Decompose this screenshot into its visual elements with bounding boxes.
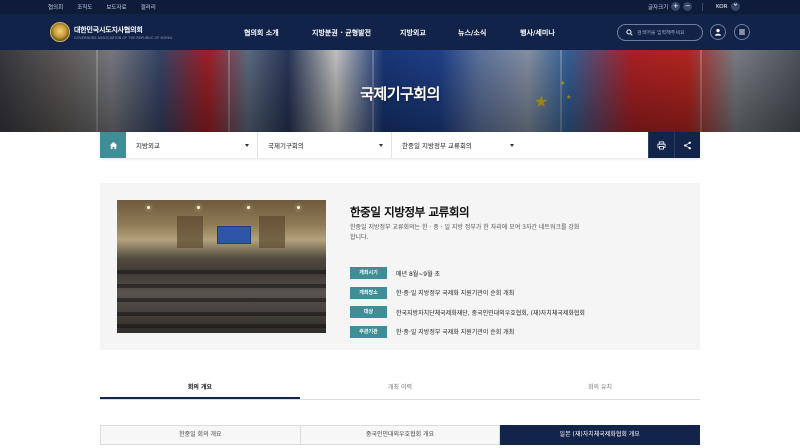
breadcrumb-depth3-label: 한중일 지방정부 교류회의 (402, 142, 472, 150)
breadcrumb: 지방외교 국제기구회의 한중일 지방정부 교류회의 (100, 132, 700, 158)
share-button[interactable] (674, 132, 700, 158)
utility-link-press[interactable]: 보도자료 (106, 3, 126, 11)
logo-name: 대한민국시도지사협의회 (74, 25, 143, 34)
utility-bar: 협의회 조직도 보도자료 갤러리 글자크기 + − KOR (0, 0, 800, 14)
info-label: 주관기관 (350, 325, 387, 338)
search-box (617, 24, 703, 41)
nav-item-decentralization[interactable]: 지방분권 · 균형발전 (312, 28, 400, 38)
photo-light (197, 206, 200, 209)
global-nav: 협의회 소개 지방분권 · 균형발전 지방외교 뉴스/소식 행사/세미나 (244, 28, 555, 38)
subtab-trilateral-overview[interactable]: 한중일 회의 개요 (100, 425, 301, 445)
photo-light (297, 206, 300, 209)
search-icon[interactable] (626, 29, 633, 36)
info-row-venue: 개최장소 한·중·일 지방정부 국제화 지원기관이 순회 개최 (350, 286, 585, 299)
photo-seat-row (117, 312, 326, 316)
chevron-down-icon (731, 2, 741, 11)
nav-item-events[interactable]: 행사/세미나 (520, 28, 555, 38)
photo-light (247, 206, 250, 209)
breadcrumb-depth3-select[interactable]: 한중일 지방정부 교류회의 (392, 132, 522, 158)
info-row-target: 대상 한국지방자치단체국제화재단, 중국인민대외우호협회, (재)자치체국제화협… (350, 306, 585, 318)
info-row-organizer: 주관기관 한·중·일 지방정부 국제화 지원기관이 순회 개최 (350, 325, 585, 338)
info-value: 매년 8월~9월 초 (396, 270, 441, 278)
info-row-period: 개최시기 매년 8월~9월 초 (350, 267, 585, 279)
content-tabs: 회의 개요 개최 이력 회의 유치 (100, 378, 700, 400)
hero-banner: ★ ★ ★ 국제기구회의 (0, 50, 800, 132)
logo-text: 대한민국시도지사협의회 GOVERNORS ASSOCIATION OF THE… (74, 25, 172, 40)
photo-wall-panel (259, 216, 285, 248)
caret-down-icon (510, 143, 514, 147)
photo-eu-screen (217, 226, 251, 244)
page-title: 국제기구회의 (360, 85, 440, 103)
menu-button[interactable] (734, 24, 750, 40)
photo-seat-row (117, 298, 326, 302)
home-button[interactable] (100, 132, 126, 158)
info-value: 한국지방자치단체국제화재단, 중국인민대외우호협회, (재)자치체국제화협회 (396, 309, 585, 317)
language-label: KOR (716, 3, 728, 10)
card-description: 한중일 지방정부 교류회의는 한 · 중 · 일 지방 정부가 한 자리에 모여… (350, 224, 580, 241)
sub-tabs: 한중일 회의 개요 중국인민대외우호협회 개요 일본 (재)자치체국제화협회 개… (100, 425, 701, 445)
utility-link-org-chart[interactable]: 조직도 (77, 3, 92, 11)
print-icon (657, 140, 666, 150)
font-increase-button[interactable]: + (671, 2, 681, 11)
main-header: 대한민국시도지사협의회 GOVERNORS ASSOCIATION OF THE… (0, 14, 800, 50)
tab-hosting[interactable]: 회의 유치 (500, 378, 700, 399)
font-size-label: 글자크기 (648, 4, 669, 11)
search-input[interactable] (637, 29, 699, 36)
nav-item-about[interactable]: 협의회 소개 (244, 28, 312, 38)
language-selector[interactable]: KOR (716, 2, 741, 11)
user-icon (714, 28, 722, 36)
info-label: 개최장소 (350, 286, 387, 299)
logo-subtitle: GOVERNORS ASSOCIATION OF THE REPUBLIC OF… (74, 35, 173, 40)
utility-link-gallery[interactable]: 갤러리 (141, 3, 156, 11)
home-icon (109, 141, 117, 149)
seal-icon (50, 22, 70, 42)
hamburger-icon (739, 29, 745, 35)
breadcrumb-depth2-select[interactable]: 국제기구회의 (258, 132, 392, 158)
subtab-china-association[interactable]: 중국인민대외우호협회 개요 (300, 425, 501, 445)
font-size-control: 글자크기 + − (648, 2, 693, 11)
info-label: 대상 (350, 306, 387, 318)
card-title: 한중일 지방정부 교류회의 (350, 205, 470, 219)
font-decrease-button[interactable]: − (683, 2, 693, 11)
print-button[interactable] (648, 132, 674, 158)
user-button[interactable] (710, 24, 726, 40)
utility-divider (702, 3, 703, 11)
tab-overview[interactable]: 회의 개요 (100, 378, 300, 399)
site-logo[interactable]: 대한민국시도지사협의회 GOVERNORS ASSOCIATION OF THE… (50, 22, 172, 42)
breadcrumb-depth2-label: 국제기구회의 (268, 142, 304, 150)
caret-down-icon (379, 143, 383, 147)
share-icon (684, 141, 691, 149)
photo-seat-row (117, 284, 326, 288)
overview-card: 한중일 지방정부 교류회의 한중일 지방정부 교류회의는 한 · 중 · 일 지… (100, 183, 700, 350)
breadcrumb-depth1-select[interactable]: 지방외교 (126, 132, 258, 158)
photo-seat-row (117, 324, 326, 328)
subtab-japan-clair[interactable]: 일본 (재)자치체국제화협회 개요 (500, 425, 701, 445)
photo-wall-panel (177, 216, 203, 248)
nav-item-news[interactable]: 뉴스/소식 (458, 28, 520, 38)
photo-seat-row (117, 270, 326, 274)
tab-history[interactable]: 개최 이력 (300, 378, 500, 399)
info-value: 한·중·일 지방정부 국제화 지원기관이 순회 개최 (396, 290, 515, 297)
breadcrumb-spacer (522, 132, 648, 158)
nav-item-local-diplomacy[interactable]: 지방외교 (400, 28, 458, 38)
utility-links: 협의회 조직도 보도자료 갤러리 (48, 3, 156, 11)
info-value: 한·중·일 지방정부 국제화 지원기관이 순회 개최 (396, 329, 515, 336)
breadcrumb-depth1-label: 지방외교 (136, 142, 160, 150)
info-label: 개최시기 (350, 267, 387, 279)
info-list: 개최시기 매년 8월~9월 초 개최장소 한·중·일 지방정부 국제화 지원기관… (350, 267, 585, 345)
caret-down-icon (245, 143, 249, 147)
utility-link-association[interactable]: 협의회 (48, 3, 63, 11)
conference-photo (117, 200, 326, 333)
photo-light (147, 206, 150, 209)
